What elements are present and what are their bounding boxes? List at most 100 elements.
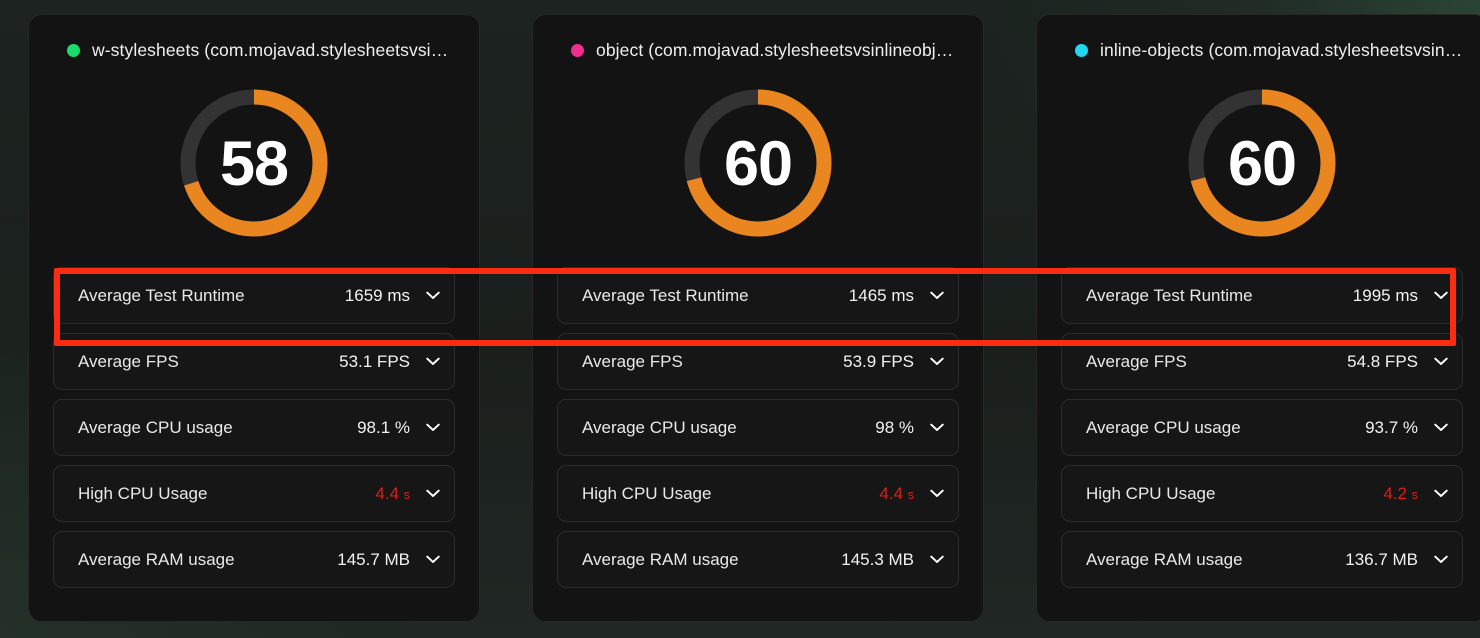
card-title: inline-objects (com.mojavad.stylesheetsv… (1100, 39, 1463, 60)
metric-label: High CPU Usage (78, 483, 208, 503)
metric-value: 1659 ms (344, 285, 410, 305)
metric-number: 4.4 (375, 483, 400, 503)
metric-value: 53.1 FPS (339, 351, 410, 371)
metric-value-group: 1995 ms (1353, 286, 1448, 306)
metric-row[interactable]: High CPU Usage 4.4 s (557, 465, 959, 522)
metric-label: Average Test Runtime (78, 285, 245, 305)
metric-label: Average FPS (1086, 351, 1187, 371)
metric-value: 145.3 MB (841, 549, 914, 569)
metric-value-group: 98 % (875, 418, 944, 438)
metric-label: Average FPS (582, 351, 683, 371)
status-dot (1075, 43, 1088, 57)
benchmark-card: inline-objects (com.mojavad.stylesheetsv… (1036, 14, 1480, 622)
metric-row[interactable]: Average Test Runtime 1995 ms (1061, 267, 1463, 324)
metric-unit: s (1411, 487, 1418, 502)
status-dot (571, 43, 584, 57)
metric-value-group: 4.4 s (375, 484, 440, 504)
metric-value-group: 1659 ms (345, 286, 440, 306)
chevron-down-icon (426, 489, 440, 497)
metric-value: 1465 ms (848, 285, 914, 305)
metric-value-group: 4.2 s (1383, 484, 1448, 504)
metric-row[interactable]: Average RAM usage 145.7 MB (53, 531, 455, 588)
metric-row[interactable]: Average Test Runtime 1465 ms (557, 267, 959, 324)
metric-label: Average CPU usage (1086, 417, 1241, 437)
card-header: w-stylesheets (com.mojavad.stylesheetsvs… (53, 37, 455, 63)
chevron-down-icon (426, 555, 440, 563)
metric-value: 145.7 MB (337, 549, 410, 569)
card-header: inline-objects (com.mojavad.stylesheetsv… (1061, 37, 1463, 63)
metric-label: Average CPU usage (582, 417, 737, 437)
chevron-down-icon (426, 423, 440, 431)
metric-row[interactable]: Average Test Runtime 1659 ms (53, 267, 455, 324)
metric-value-group: 98.1 % (357, 418, 440, 438)
metric-row[interactable]: Average RAM usage 136.7 MB (1061, 531, 1463, 588)
metric-value: 54.8 FPS (1347, 351, 1418, 371)
metric-value: 4.4 s (375, 484, 410, 504)
metric-label: Average RAM usage (582, 549, 739, 569)
metric-value: 98.1 % (357, 417, 410, 437)
metric-value-group: 145.3 MB (841, 550, 944, 570)
chevron-down-icon (1434, 555, 1448, 563)
chevron-down-icon (426, 357, 440, 365)
chevron-down-icon (1434, 357, 1448, 365)
metric-unit: s (403, 487, 410, 502)
metric-value-group: 136.7 MB (1345, 550, 1448, 570)
metric-label: Average Test Runtime (1086, 285, 1253, 305)
metric-value: 93.7 % (1365, 417, 1418, 437)
metric-unit: s (907, 487, 914, 502)
metric-row[interactable]: Average CPU usage 98 % (557, 399, 959, 456)
card-title: w-stylesheets (com.mojavad.stylesheetsvs… (92, 39, 455, 60)
metric-label: High CPU Usage (582, 483, 712, 503)
metric-number: 4.4 (879, 483, 904, 503)
metric-value: 53.9 FPS (843, 351, 914, 371)
metric-value-group: 93.7 % (1365, 418, 1448, 438)
metric-value: 98 % (875, 417, 914, 437)
metrics-list: Average Test Runtime 1995 ms Average FPS 54… (1061, 267, 1463, 588)
metric-row[interactable]: Average CPU usage 98.1 % (53, 399, 455, 456)
chevron-down-icon (930, 423, 944, 431)
chevron-down-icon (1434, 291, 1448, 299)
chevron-down-icon (930, 291, 944, 299)
card-header: object (com.mojavad.stylesheetsvsinlineo… (557, 37, 959, 63)
metric-row[interactable]: Average FPS 53.1 FPS (53, 333, 455, 390)
metric-row[interactable]: Average FPS 53.9 FPS (557, 333, 959, 390)
metric-row[interactable]: Average FPS 54.8 FPS (1061, 333, 1463, 390)
metric-label: Average CPU usage (78, 417, 233, 437)
metrics-list: Average Test Runtime 1465 ms Average FPS 53… (557, 267, 959, 588)
metric-row[interactable]: Average RAM usage 145.3 MB (557, 531, 959, 588)
metric-label: Average FPS (78, 351, 179, 371)
status-dot (67, 43, 80, 57)
metric-value: 4.2 s (1383, 484, 1418, 504)
metric-value-group: 4.4 s (879, 484, 944, 504)
metric-value: 4.4 s (879, 484, 914, 504)
chevron-down-icon (930, 555, 944, 563)
metric-value-group: 54.8 FPS (1347, 352, 1448, 372)
metric-label: High CPU Usage (1086, 483, 1216, 503)
chevron-down-icon (930, 489, 944, 497)
metric-row[interactable]: High CPU Usage 4.4 s (53, 465, 455, 522)
metric-value-group: 145.7 MB (337, 550, 440, 570)
chevron-down-icon (1434, 489, 1448, 497)
metric-value: 136.7 MB (1345, 549, 1418, 569)
benchmark-card-grid: w-stylesheets (com.mojavad.stylesheetsvs… (28, 14, 1480, 622)
metric-value: 1995 ms (1352, 285, 1418, 305)
metric-value-group: 1465 ms (849, 286, 944, 306)
metric-label: Average RAM usage (78, 549, 235, 569)
metric-value-group: 53.1 FPS (339, 352, 440, 372)
gauge-value: 60 (1227, 128, 1297, 199)
fps-gauge: 58 (174, 83, 334, 245)
chevron-down-icon (1434, 423, 1448, 431)
fps-gauge: 60 (678, 83, 838, 245)
metric-label: Average Test Runtime (582, 285, 749, 305)
performance-comparison-screen: w-stylesheets (com.mojavad.stylesheetsvs… (0, 0, 1480, 638)
chevron-down-icon (930, 357, 944, 365)
metric-row[interactable]: High CPU Usage 4.2 s (1061, 465, 1463, 522)
gauge-value: 58 (219, 128, 289, 199)
metric-label: Average RAM usage (1086, 549, 1243, 569)
benchmark-card: w-stylesheets (com.mojavad.stylesheetsvs… (28, 14, 480, 622)
metric-row[interactable]: Average CPU usage 93.7 % (1061, 399, 1463, 456)
chevron-down-icon (426, 291, 440, 299)
benchmark-card: object (com.mojavad.stylesheetsvsinlineo… (532, 14, 984, 622)
fps-gauge: 60 (1182, 83, 1342, 245)
gauge-value: 60 (723, 128, 793, 199)
